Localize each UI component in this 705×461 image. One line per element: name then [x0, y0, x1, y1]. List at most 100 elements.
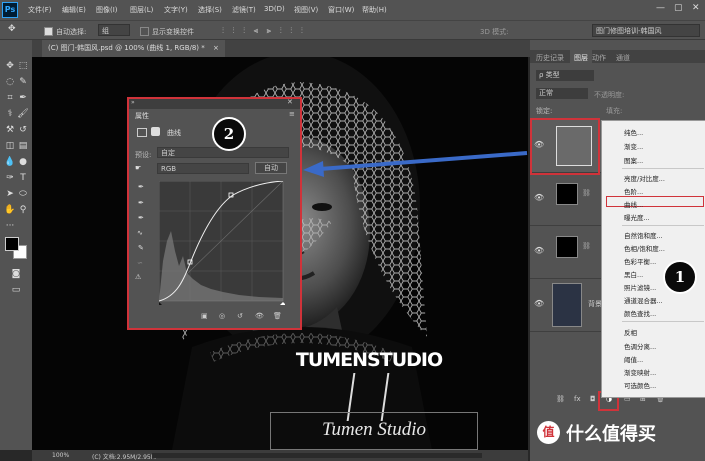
- stamp-tool-icon[interactable]: ⚒: [4, 124, 16, 136]
- clipping-warning-icon[interactable]: ⚠: [135, 273, 141, 281]
- dodge-tool-icon[interactable]: ●: [17, 156, 29, 168]
- eraser-tool-icon[interactable]: ◫: [4, 140, 16, 152]
- mask-icon[interactable]: [151, 127, 160, 136]
- delete-adjustment-icon[interactable]: 🗑: [273, 312, 282, 320]
- menu-edit[interactable]: 编辑(E): [62, 5, 86, 15]
- collapse-icon[interactable]: »: [131, 99, 135, 106]
- menu-item-channel-mixer[interactable]: 通道混合器...: [624, 295, 663, 305]
- tab-channels[interactable]: 通道: [616, 53, 630, 63]
- menu-item-color-balance[interactable]: 色彩平衡...: [624, 256, 656, 266]
- curve-point-icon[interactable]: ∿: [137, 229, 143, 237]
- menu-item-curves[interactable]: 曲线...: [624, 199, 643, 209]
- menu-item-selective-color[interactable]: 可选颜色...: [624, 380, 656, 390]
- history-brush-icon[interactable]: ↺: [17, 124, 29, 136]
- visibility-eye-icon[interactable]: 👁: [534, 246, 544, 255]
- move-tool-icon[interactable]: ✥: [8, 24, 16, 34]
- menu-select[interactable]: 选择(S): [198, 5, 222, 15]
- path-select-icon[interactable]: ➤: [4, 188, 16, 200]
- view-previous-icon[interactable]: ◎: [219, 312, 225, 320]
- menu-item-invert[interactable]: 反相: [624, 327, 637, 337]
- photoshop-logo: Ps: [2, 2, 18, 18]
- menu-item-threshold[interactable]: 阈值...: [624, 354, 643, 364]
- menu-item-posterize[interactable]: 色调分离...: [624, 341, 656, 351]
- document-tab[interactable]: (C) 图门-韩国风.psd @ 100% (曲线 1, RGB/8) * ×: [42, 40, 225, 57]
- show-transform-checkbox[interactable]: [140, 27, 149, 36]
- fx-icon[interactable]: fx: [574, 395, 581, 403]
- layer-kind-filter[interactable]: ρ 类型: [536, 70, 594, 81]
- menu-item-exposure[interactable]: 曝光度...: [624, 212, 650, 222]
- marquee-tool-icon[interactable]: ⬚: [17, 60, 29, 72]
- add-mask-icon[interactable]: ◘: [590, 395, 596, 403]
- horizontal-scrollbar[interactable]: [152, 453, 482, 458]
- menu-help[interactable]: 帮助(H): [362, 5, 387, 15]
- menu-item-gradient-map[interactable]: 渐变映射...: [624, 367, 656, 377]
- close-panel-icon[interactable]: ✕: [287, 98, 293, 106]
- menu-3d[interactable]: 3D(D): [264, 5, 285, 13]
- menu-item-pattern[interactable]: 图案...: [624, 155, 643, 165]
- menu-item-black-white[interactable]: 黑白...: [624, 269, 643, 279]
- blend-mode-dropdown[interactable]: 正常: [536, 88, 588, 99]
- menu-item-hue-saturation[interactable]: 色相/饱和度...: [624, 243, 665, 253]
- gradient-tool-icon[interactable]: ▤: [17, 140, 29, 152]
- type-tool-icon[interactable]: T: [17, 172, 29, 184]
- eyedropper-gray-icon[interactable]: ✒: [138, 199, 144, 207]
- foreground-color-swatch[interactable]: [5, 237, 19, 251]
- brush-tool-icon[interactable]: 🖌: [17, 108, 29, 120]
- menu-file[interactable]: 文件(F): [28, 5, 52, 15]
- tab-history[interactable]: 历史记录: [536, 53, 564, 63]
- curves-graph[interactable]: [159, 181, 285, 305]
- quick-mask-icon[interactable]: ◙: [10, 268, 22, 280]
- menu-item-color-lookup[interactable]: 颜色查找...: [624, 308, 656, 318]
- close-window-icon[interactable]: ✕: [692, 3, 700, 13]
- visibility-eye-icon[interactable]: 👁: [534, 193, 544, 202]
- auto-select-checkbox[interactable]: [44, 27, 53, 36]
- target-adjust-icon[interactable]: ☛: [135, 164, 141, 172]
- reset-icon[interactable]: ↺: [237, 312, 243, 320]
- pencil-icon[interactable]: ✎: [138, 244, 144, 252]
- pen-tool-icon[interactable]: ✑: [4, 172, 16, 184]
- visibility-eye-icon[interactable]: 👁: [534, 299, 544, 308]
- shape-tool-icon[interactable]: ⬭: [17, 188, 29, 200]
- panel-menu-icon[interactable]: ≡: [289, 110, 295, 118]
- menu-item-brightness-contrast[interactable]: 亮度/对比度...: [624, 173, 665, 183]
- maximize-icon[interactable]: ▢: [674, 3, 683, 13]
- tab-actions[interactable]: 动作: [592, 53, 606, 63]
- auto-button[interactable]: 自动: [255, 162, 287, 174]
- visibility-icon[interactable]: 👁: [255, 312, 264, 320]
- menu-item-gradient[interactable]: 渐变...: [624, 141, 643, 151]
- menu-window[interactable]: 窗口(W): [328, 5, 354, 15]
- minimize-icon[interactable]: —: [656, 3, 665, 13]
- auto-select-dropdown[interactable]: 组: [98, 24, 130, 36]
- menu-item-photo-filter[interactable]: 照片滤镜...: [624, 282, 656, 292]
- tab-layers[interactable]: 图层: [570, 50, 592, 66]
- smooth-icon[interactable]: ∽: [137, 259, 143, 267]
- menu-view[interactable]: 视图(V): [294, 5, 318, 15]
- eyedropper-black-icon[interactable]: ✒: [138, 183, 144, 191]
- zoom-tool-icon[interactable]: ⚲: [17, 204, 29, 216]
- screen-mode-icon[interactable]: ▭: [10, 284, 22, 296]
- menu-layer[interactable]: 图层(L): [130, 5, 153, 15]
- menu-item-vibrance[interactable]: 自然饱和度...: [624, 230, 663, 240]
- workspace-dropdown[interactable]: 图门修图培训-韩国风: [592, 24, 700, 37]
- hand-tool-icon[interactable]: ✋: [4, 204, 16, 216]
- channel-dropdown[interactable]: RGB: [157, 163, 249, 174]
- zoom-level[interactable]: 100%: [52, 452, 69, 459]
- menu-type[interactable]: 文字(Y): [164, 5, 188, 15]
- link-layers-icon[interactable]: ⛓: [556, 395, 565, 403]
- close-tab-icon[interactable]: ×: [213, 44, 219, 52]
- crop-tool-icon[interactable]: ⌗: [4, 92, 16, 104]
- healing-brush-icon[interactable]: ⚕: [4, 108, 16, 120]
- eyedropper-white-icon[interactable]: ✒: [138, 214, 144, 222]
- align-icons[interactable]: ⫶ ⫶ ⫶ ⫷ ⫸ ⫶ ⫶ ⫶: [222, 26, 306, 36]
- menu-item-solid-color[interactable]: 纯色...: [624, 127, 643, 137]
- more-tools-icon[interactable]: ···: [4, 220, 16, 232]
- clip-to-layer-icon[interactable]: ▣: [201, 312, 208, 320]
- eyedropper-icon[interactable]: ✒: [17, 92, 29, 104]
- menu-image[interactable]: 图像(I): [96, 5, 118, 15]
- blur-tool-icon[interactable]: 💧: [4, 156, 16, 168]
- lasso-tool-icon[interactable]: ◌: [4, 76, 16, 88]
- quick-select-icon[interactable]: ✎: [17, 76, 29, 88]
- move-tool-icon[interactable]: ✥: [4, 60, 16, 72]
- menu-item-levels[interactable]: 色阶...: [624, 186, 643, 196]
- menu-filter[interactable]: 滤镜(T): [232, 5, 256, 15]
